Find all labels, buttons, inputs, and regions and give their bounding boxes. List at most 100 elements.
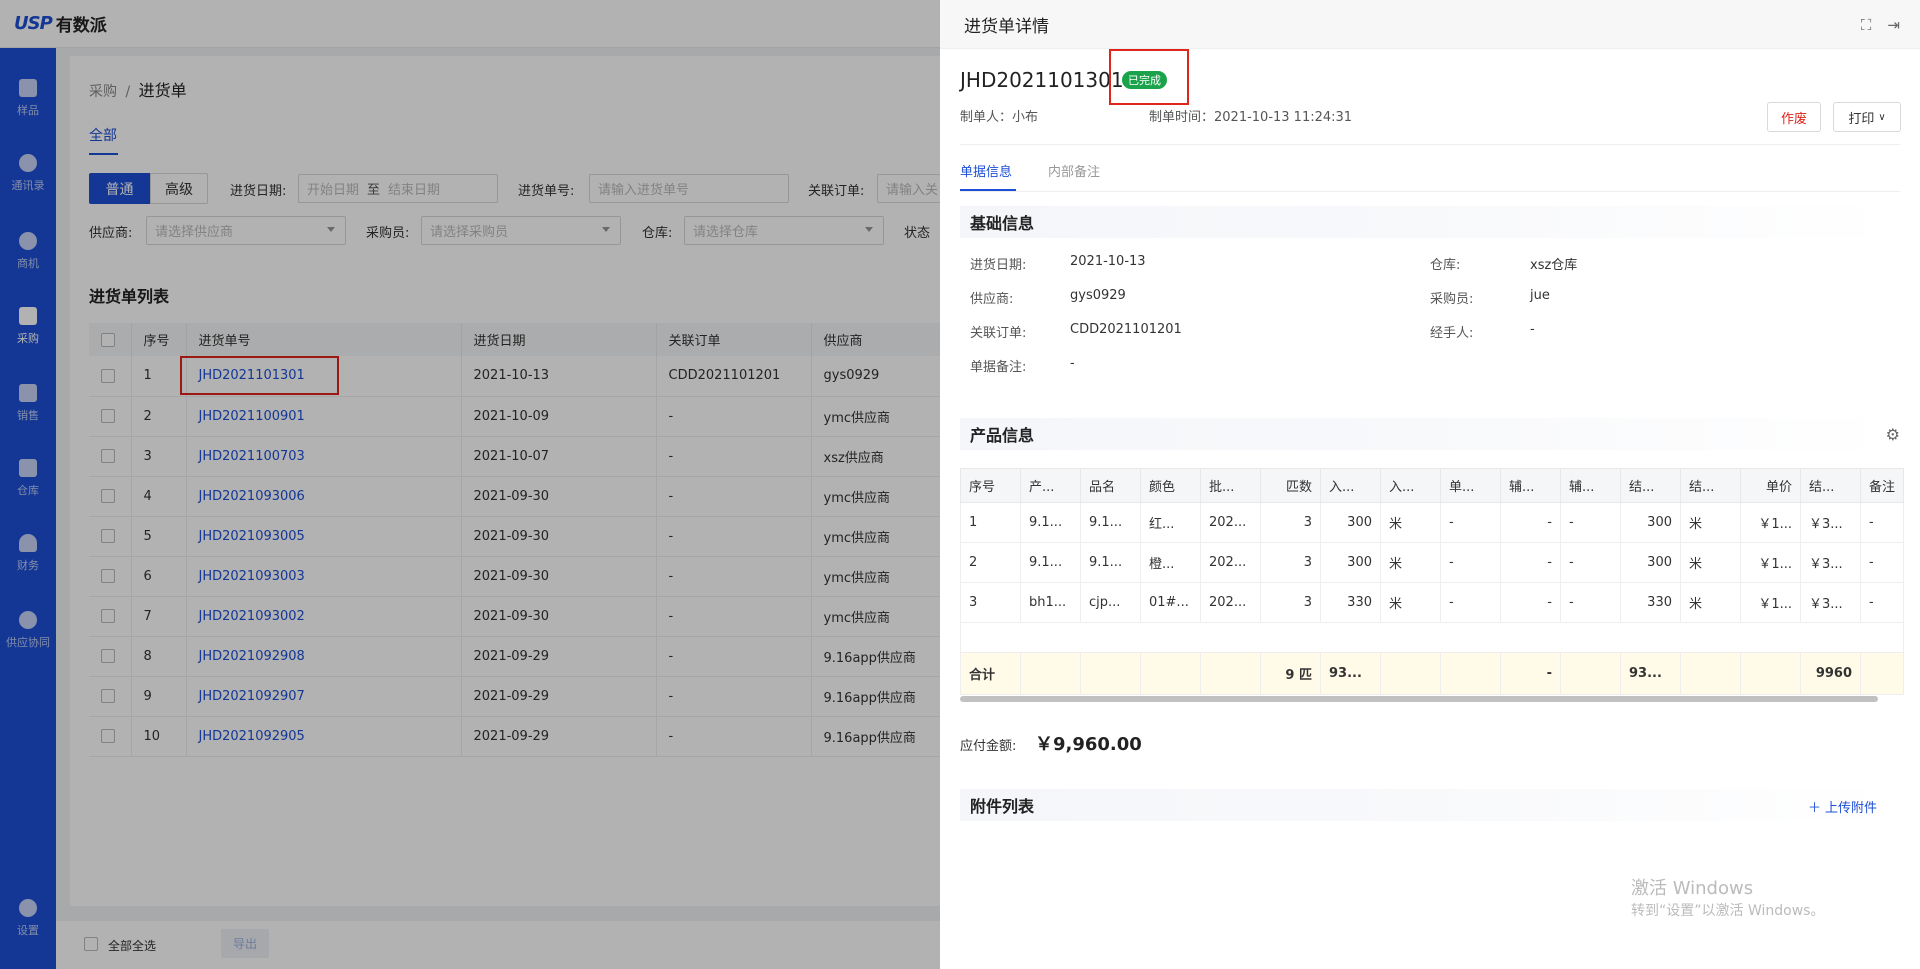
tab-doc-info[interactable]: 单据信息 — [960, 161, 1012, 180]
table-cell: 202... — [1200, 542, 1261, 583]
table-cell: 330 — [1620, 582, 1681, 623]
field-label: 进货日期: — [970, 258, 1027, 273]
column-header: 颜色 — [1140, 468, 1201, 503]
table-cell: - — [1500, 582, 1561, 623]
table-cell: - — [1500, 542, 1561, 583]
table-cell: ￥3... — [1800, 502, 1861, 543]
column-header: 入... — [1320, 468, 1381, 503]
table-cell: ￥3... — [1800, 582, 1861, 623]
column-header: 辅... — [1560, 468, 1621, 503]
table-cell: - — [1440, 542, 1501, 583]
table-cell: 米 — [1680, 502, 1741, 543]
void-button[interactable]: 作废 — [1767, 102, 1821, 132]
table-row-empty — [959, 622, 1905, 653]
doc-number: JHD2021101301 — [960, 68, 1124, 92]
table-cell: 202... — [1200, 502, 1261, 543]
detail-drawer: 进货单详情 ⛶ ⇥ JHD2021101301 已完成 制单人：小布 制单时间：… — [940, 0, 1920, 969]
table-cell: 米 — [1380, 582, 1441, 623]
table-cell: 红... — [1140, 502, 1201, 543]
table-cell: 9.1... — [1020, 542, 1081, 583]
product-info-header: 产品信息 ⚙ — [960, 418, 1900, 450]
table-cell: - — [1560, 502, 1621, 543]
total-cell: - — [1500, 652, 1561, 695]
table-header-row: 序号 产... 品名 颜色 批... 匹数 入... 入... 单... 辅..… — [960, 468, 1905, 503]
table-cell: cjp... — [1080, 582, 1141, 623]
drawer-header: 进货单详情 ⛶ ⇥ — [940, 0, 1920, 49]
table-cell: 300 — [1320, 502, 1381, 543]
table-cell: 米 — [1680, 582, 1741, 623]
table-cell: 300 — [1620, 542, 1681, 583]
table-cell: 330 — [1320, 582, 1381, 623]
field-label: 关联订单: — [970, 326, 1027, 341]
column-header: 品名 — [1080, 468, 1141, 503]
table-row: 3 bh1... cjp... 01#... 202... 3 330 米 - - -330 米 ￥1.… — [960, 582, 1905, 623]
total-cell: 合计 — [960, 652, 1021, 695]
field-label: 单据备注: — [970, 360, 1027, 375]
horizontal-scrollbar[interactable] — [960, 696, 1878, 702]
amount-value: ￥9,960.00 — [1035, 734, 1142, 755]
amount-label: 应付金额: — [960, 739, 1017, 754]
column-header: 匹数 — [1260, 468, 1321, 503]
table-cell: 橙... — [1140, 542, 1201, 583]
product-info-title: 产品信息 — [970, 426, 1035, 445]
table-row: 1 9.1... 9.1... 红... 202... 3 300 米 - - -300 米 ￥1...… — [960, 502, 1905, 543]
field-value: xsz仓库 — [1530, 258, 1578, 273]
tab-internal-notes[interactable]: 内部备注 — [1048, 161, 1100, 180]
field-value: - — [1070, 356, 1075, 371]
column-header: 序号 — [960, 468, 1021, 503]
field-value: CDD2021101201 — [1070, 322, 1182, 337]
total-cell — [1140, 652, 1201, 695]
table-cell: - — [1440, 582, 1501, 623]
fullscreen-icon[interactable]: ⛶ — [1861, 16, 1872, 34]
column-header: 结... — [1800, 468, 1861, 503]
table-row: 2 9.1... 9.1... 橙... 202... 3 300 米 - - -300 米 ￥1...… — [960, 542, 1905, 583]
creator: 制单人：小布 — [960, 110, 1039, 125]
print-button[interactable]: 打印 ∨ — [1833, 102, 1901, 132]
print-label: 打印 — [1848, 111, 1875, 127]
activation-watermark-text: 转到“设置”以激活 Windows。 — [1631, 903, 1825, 919]
column-header: 单... — [1440, 468, 1501, 503]
upload-attachment-button[interactable]: ＋上传附件 — [1808, 797, 1877, 816]
column-header: 批... — [1200, 468, 1261, 503]
table-cell: - — [1500, 502, 1561, 543]
field-value: - — [1530, 322, 1535, 337]
table-cell: ￥1... — [1740, 502, 1801, 543]
field-label: 仓库: — [1430, 258, 1461, 273]
table-cell: 9.1... — [1020, 502, 1081, 543]
table-cell: 3 — [1260, 502, 1321, 543]
collapse-drawer-icon[interactable]: ⇥ — [1887, 16, 1900, 34]
table-cell: 3 — [1260, 582, 1321, 623]
total-cell: 9960 — [1800, 652, 1861, 695]
table-total-row: 合计 9 匹 93... -93... 9960 — [960, 652, 1905, 695]
divider — [960, 191, 1900, 192]
total-cell — [1440, 652, 1501, 695]
field-value: gys0929 — [1070, 288, 1126, 303]
table-cell: 3 — [1260, 542, 1321, 583]
table-cell: 300 — [1620, 502, 1681, 543]
table-cell: ￥1... — [1740, 542, 1801, 583]
table-cell: - — [1560, 542, 1621, 583]
table-cell: ￥3... — [1800, 542, 1861, 583]
table-cell: 300 — [1320, 542, 1381, 583]
column-header: 辅... — [1500, 468, 1561, 503]
table-cell: - — [1859, 502, 1905, 543]
column-header: 结... — [1620, 468, 1681, 503]
column-header: 产... — [1020, 468, 1081, 503]
table-cell: - — [1859, 542, 1905, 583]
drawer-title: 进货单详情 — [964, 16, 1049, 37]
created-time: 制单时间：2021-10-13 11:24:31 — [1149, 110, 1353, 125]
table-cell: ￥1... — [1740, 582, 1801, 623]
total-cell — [1380, 652, 1441, 695]
column-header: 备注 — [1859, 468, 1905, 503]
modal-overlay[interactable] — [0, 0, 940, 969]
field-label: 经手人: — [1430, 326, 1474, 341]
basic-info-header: 基础信息 — [960, 206, 1900, 238]
gear-icon[interactable]: ⚙ — [1886, 425, 1900, 444]
activation-watermark-title: 激活 Windows — [1631, 878, 1754, 899]
total-cell: 93... — [1320, 652, 1381, 695]
total-cell — [1560, 652, 1621, 695]
total-cell — [1080, 652, 1141, 695]
product-table: 序号 产... 品名 颜色 批... 匹数 入... 入... 单... 辅..… — [959, 468, 1905, 695]
total-cell — [1740, 652, 1801, 695]
total-cell: 93... — [1620, 652, 1681, 695]
